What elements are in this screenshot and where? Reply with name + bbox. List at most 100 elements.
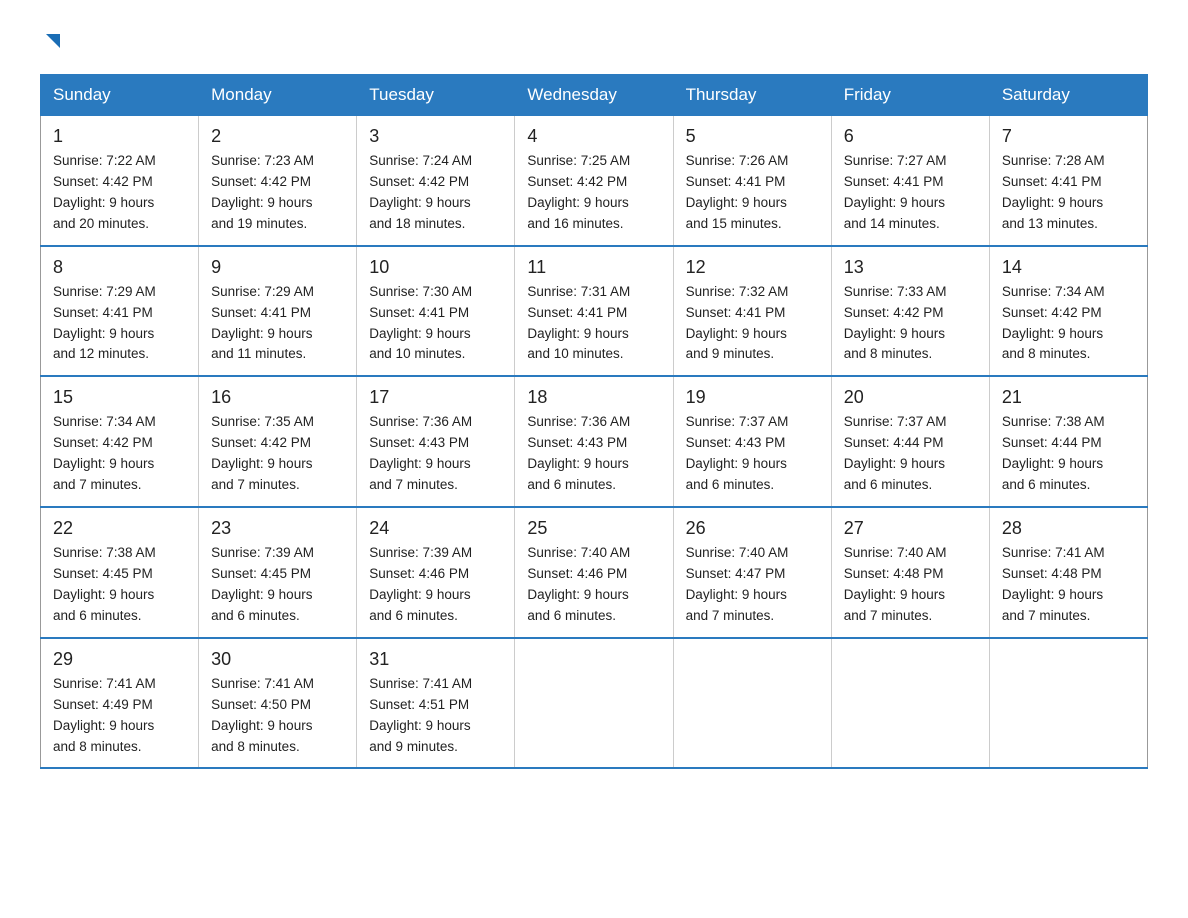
- weekday-header-monday: Monday: [199, 75, 357, 116]
- day-number: 1: [53, 126, 186, 147]
- calendar-day-cell: 11 Sunrise: 7:31 AM Sunset: 4:41 PM Dayl…: [515, 246, 673, 377]
- day-number: 18: [527, 387, 660, 408]
- calendar-day-cell: 22 Sunrise: 7:38 AM Sunset: 4:45 PM Dayl…: [41, 507, 199, 638]
- day-number: 9: [211, 257, 344, 278]
- day-number: 24: [369, 518, 502, 539]
- day-number: 23: [211, 518, 344, 539]
- day-info: Sunrise: 7:40 AM Sunset: 4:47 PM Dayligh…: [686, 543, 819, 627]
- calendar-day-cell: 25 Sunrise: 7:40 AM Sunset: 4:46 PM Dayl…: [515, 507, 673, 638]
- weekday-header-friday: Friday: [831, 75, 989, 116]
- day-info: Sunrise: 7:33 AM Sunset: 4:42 PM Dayligh…: [844, 282, 977, 366]
- day-info: Sunrise: 7:41 AM Sunset: 4:49 PM Dayligh…: [53, 674, 186, 758]
- calendar-day-cell: 27 Sunrise: 7:40 AM Sunset: 4:48 PM Dayl…: [831, 507, 989, 638]
- day-number: 13: [844, 257, 977, 278]
- day-info: Sunrise: 7:40 AM Sunset: 4:48 PM Dayligh…: [844, 543, 977, 627]
- weekday-header-wednesday: Wednesday: [515, 75, 673, 116]
- calendar-day-cell: 2 Sunrise: 7:23 AM Sunset: 4:42 PM Dayli…: [199, 116, 357, 246]
- day-number: 16: [211, 387, 344, 408]
- day-info: Sunrise: 7:26 AM Sunset: 4:41 PM Dayligh…: [686, 151, 819, 235]
- day-number: 29: [53, 649, 186, 670]
- day-number: 15: [53, 387, 186, 408]
- calendar-day-cell: 17 Sunrise: 7:36 AM Sunset: 4:43 PM Dayl…: [357, 376, 515, 507]
- day-number: 14: [1002, 257, 1135, 278]
- calendar-day-cell: 3 Sunrise: 7:24 AM Sunset: 4:42 PM Dayli…: [357, 116, 515, 246]
- day-number: 25: [527, 518, 660, 539]
- day-info: Sunrise: 7:36 AM Sunset: 4:43 PM Dayligh…: [527, 412, 660, 496]
- day-number: 19: [686, 387, 819, 408]
- logo: [40, 30, 64, 54]
- calendar-day-cell: 5 Sunrise: 7:26 AM Sunset: 4:41 PM Dayli…: [673, 116, 831, 246]
- empty-cell: [989, 638, 1147, 769]
- day-info: Sunrise: 7:35 AM Sunset: 4:42 PM Dayligh…: [211, 412, 344, 496]
- calendar-day-cell: 8 Sunrise: 7:29 AM Sunset: 4:41 PM Dayli…: [41, 246, 199, 377]
- weekday-header-sunday: Sunday: [41, 75, 199, 116]
- calendar-day-cell: 10 Sunrise: 7:30 AM Sunset: 4:41 PM Dayl…: [357, 246, 515, 377]
- day-number: 30: [211, 649, 344, 670]
- day-info: Sunrise: 7:34 AM Sunset: 4:42 PM Dayligh…: [53, 412, 186, 496]
- calendar-day-cell: 18 Sunrise: 7:36 AM Sunset: 4:43 PM Dayl…: [515, 376, 673, 507]
- day-number: 7: [1002, 126, 1135, 147]
- calendar-day-cell: 7 Sunrise: 7:28 AM Sunset: 4:41 PM Dayli…: [989, 116, 1147, 246]
- calendar-week-row: 1 Sunrise: 7:22 AM Sunset: 4:42 PM Dayli…: [41, 116, 1148, 246]
- day-info: Sunrise: 7:37 AM Sunset: 4:44 PM Dayligh…: [844, 412, 977, 496]
- calendar-day-cell: 15 Sunrise: 7:34 AM Sunset: 4:42 PM Dayl…: [41, 376, 199, 507]
- calendar-week-row: 22 Sunrise: 7:38 AM Sunset: 4:45 PM Dayl…: [41, 507, 1148, 638]
- calendar-day-cell: 19 Sunrise: 7:37 AM Sunset: 4:43 PM Dayl…: [673, 376, 831, 507]
- calendar-day-cell: 31 Sunrise: 7:41 AM Sunset: 4:51 PM Dayl…: [357, 638, 515, 769]
- calendar-day-cell: 28 Sunrise: 7:41 AM Sunset: 4:48 PM Dayl…: [989, 507, 1147, 638]
- day-info: Sunrise: 7:41 AM Sunset: 4:50 PM Dayligh…: [211, 674, 344, 758]
- day-info: Sunrise: 7:31 AM Sunset: 4:41 PM Dayligh…: [527, 282, 660, 366]
- day-number: 21: [1002, 387, 1135, 408]
- calendar-day-cell: 13 Sunrise: 7:33 AM Sunset: 4:42 PM Dayl…: [831, 246, 989, 377]
- calendar-day-cell: 26 Sunrise: 7:40 AM Sunset: 4:47 PM Dayl…: [673, 507, 831, 638]
- calendar-day-cell: 12 Sunrise: 7:32 AM Sunset: 4:41 PM Dayl…: [673, 246, 831, 377]
- empty-cell: [673, 638, 831, 769]
- day-number: 11: [527, 257, 660, 278]
- empty-cell: [515, 638, 673, 769]
- day-number: 5: [686, 126, 819, 147]
- day-number: 4: [527, 126, 660, 147]
- day-number: 26: [686, 518, 819, 539]
- calendar-day-cell: 9 Sunrise: 7:29 AM Sunset: 4:41 PM Dayli…: [199, 246, 357, 377]
- day-info: Sunrise: 7:29 AM Sunset: 4:41 PM Dayligh…: [53, 282, 186, 366]
- day-info: Sunrise: 7:39 AM Sunset: 4:46 PM Dayligh…: [369, 543, 502, 627]
- day-number: 10: [369, 257, 502, 278]
- calendar-week-row: 15 Sunrise: 7:34 AM Sunset: 4:42 PM Dayl…: [41, 376, 1148, 507]
- day-info: Sunrise: 7:38 AM Sunset: 4:44 PM Dayligh…: [1002, 412, 1135, 496]
- page-header: [40, 30, 1148, 54]
- calendar-table: SundayMondayTuesdayWednesdayThursdayFrid…: [40, 74, 1148, 769]
- day-info: Sunrise: 7:36 AM Sunset: 4:43 PM Dayligh…: [369, 412, 502, 496]
- day-number: 8: [53, 257, 186, 278]
- day-info: Sunrise: 7:38 AM Sunset: 4:45 PM Dayligh…: [53, 543, 186, 627]
- calendar-day-cell: 14 Sunrise: 7:34 AM Sunset: 4:42 PM Dayl…: [989, 246, 1147, 377]
- day-number: 20: [844, 387, 977, 408]
- day-number: 2: [211, 126, 344, 147]
- day-number: 27: [844, 518, 977, 539]
- calendar-day-cell: 16 Sunrise: 7:35 AM Sunset: 4:42 PM Dayl…: [199, 376, 357, 507]
- calendar-day-cell: 24 Sunrise: 7:39 AM Sunset: 4:46 PM Dayl…: [357, 507, 515, 638]
- day-info: Sunrise: 7:41 AM Sunset: 4:48 PM Dayligh…: [1002, 543, 1135, 627]
- day-number: 3: [369, 126, 502, 147]
- day-info: Sunrise: 7:34 AM Sunset: 4:42 PM Dayligh…: [1002, 282, 1135, 366]
- day-info: Sunrise: 7:32 AM Sunset: 4:41 PM Dayligh…: [686, 282, 819, 366]
- day-info: Sunrise: 7:28 AM Sunset: 4:41 PM Dayligh…: [1002, 151, 1135, 235]
- day-info: Sunrise: 7:23 AM Sunset: 4:42 PM Dayligh…: [211, 151, 344, 235]
- calendar-day-cell: 30 Sunrise: 7:41 AM Sunset: 4:50 PM Dayl…: [199, 638, 357, 769]
- weekday-header-tuesday: Tuesday: [357, 75, 515, 116]
- day-number: 12: [686, 257, 819, 278]
- calendar-week-row: 8 Sunrise: 7:29 AM Sunset: 4:41 PM Dayli…: [41, 246, 1148, 377]
- day-info: Sunrise: 7:29 AM Sunset: 4:41 PM Dayligh…: [211, 282, 344, 366]
- day-number: 31: [369, 649, 502, 670]
- day-info: Sunrise: 7:40 AM Sunset: 4:46 PM Dayligh…: [527, 543, 660, 627]
- weekday-header-thursday: Thursday: [673, 75, 831, 116]
- day-info: Sunrise: 7:27 AM Sunset: 4:41 PM Dayligh…: [844, 151, 977, 235]
- day-number: 17: [369, 387, 502, 408]
- day-number: 22: [53, 518, 186, 539]
- day-info: Sunrise: 7:39 AM Sunset: 4:45 PM Dayligh…: [211, 543, 344, 627]
- day-info: Sunrise: 7:30 AM Sunset: 4:41 PM Dayligh…: [369, 282, 502, 366]
- weekday-header-saturday: Saturday: [989, 75, 1147, 116]
- calendar-week-row: 29 Sunrise: 7:41 AM Sunset: 4:49 PM Dayl…: [41, 638, 1148, 769]
- day-number: 28: [1002, 518, 1135, 539]
- empty-cell: [831, 638, 989, 769]
- day-info: Sunrise: 7:25 AM Sunset: 4:42 PM Dayligh…: [527, 151, 660, 235]
